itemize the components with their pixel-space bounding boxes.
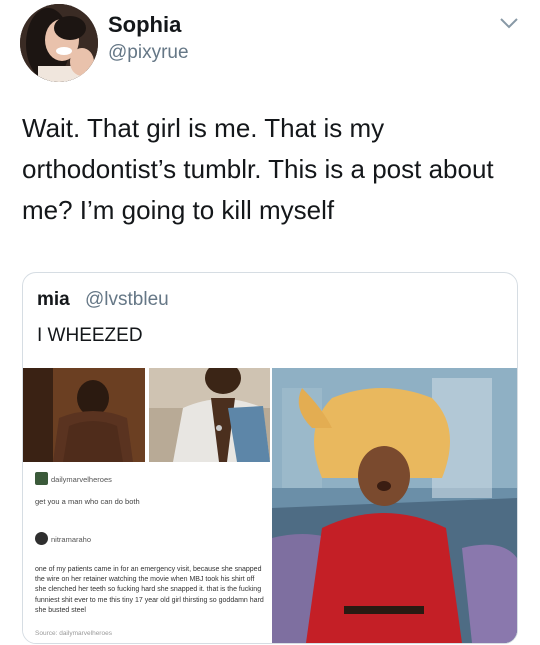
profile-photo [20,4,98,82]
tumblr-username: dailymarvelheroes [51,475,112,484]
tumblr-post-text: get you a man who can do both [35,497,140,506]
quoted-tweet[interactable]: mia @lvstbleu I WHEEZED dailymarvelheroe… [22,272,518,644]
tumblr-avatar-icon [35,532,48,545]
quoted-media[interactable]: dailymarvelheroes get you a man who can … [23,368,517,643]
chevron-down-icon[interactable] [498,16,520,30]
tumblr-post-body: one of my patients came in for an emerge… [35,566,264,614]
quoted-author-handle: @lvstbleu [85,289,169,310]
tumblr-source: Source: dailymarvelheroes [35,630,112,637]
quoted-author-name: mia [37,289,70,310]
movie-stills-image [23,368,270,462]
quoted-tweet-text: I WHEEZED [37,325,143,346]
tumblr-avatar-icon [35,472,48,485]
tumblr-username: nitramaraho [51,535,92,544]
tweet-text: Wait. That girl is me. That is my orthod… [22,113,494,225]
author-handle[interactable]: @pixyrue [108,42,189,64]
reaction-photo [272,368,517,643]
reaction-photo-image [272,368,517,643]
avatar[interactable] [20,4,98,82]
tumblr-screenshot-image: dailymarvelheroes get you a man who can … [23,368,270,643]
author-name[interactable]: Sophia [108,12,181,38]
